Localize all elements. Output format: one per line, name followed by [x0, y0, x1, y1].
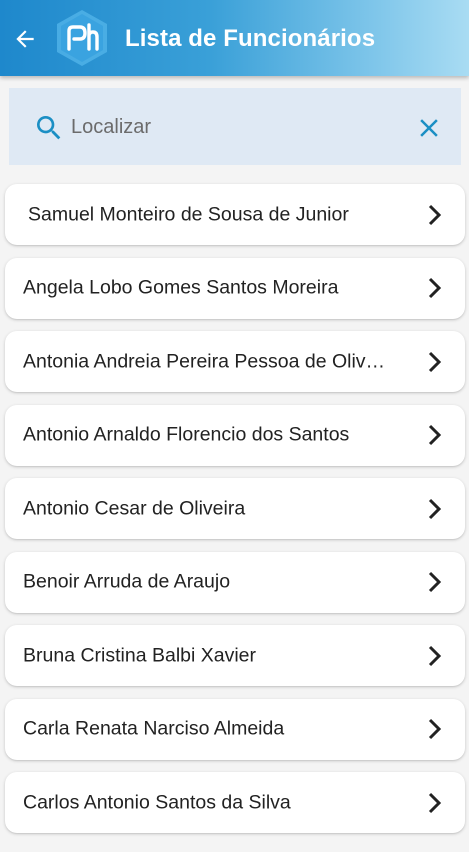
chevron-right-icon: [428, 718, 442, 740]
employee-name: Benoir Arruda de Araujo: [23, 570, 231, 593]
chevron-right-icon: [428, 792, 442, 813]
employee-name: Carlos Antonio Santos da Silva: [23, 791, 291, 813]
employee-name: Bruna Cristina Balbi Xavier: [23, 644, 257, 666]
close-icon: [420, 119, 438, 137]
company-logo: [56, 9, 108, 67]
list-item[interactable]: Angela Lobo Gomes Santos Moreira: [5, 257, 465, 319]
list-item[interactable]: Carlos Antonio Santos da Silva: [5, 772, 465, 833]
employee-name: Samuel Monteiro de Sousa de Junior: [28, 203, 349, 225]
employee-list: Samuel Monteiro de Sousa de Junior Angel…: [5, 184, 465, 846]
chevron-right-icon: [428, 424, 442, 446]
employee-name: Antonia Andreia Pereira Pessoa de Olivei…: [23, 350, 393, 372]
arrow-left-icon: [16, 30, 34, 48]
app-bar: Lista de Funcionários: [0, 0, 469, 76]
back-button[interactable]: [10, 24, 40, 54]
chevron-right-icon: [428, 277, 442, 299]
chevron-right-icon: [428, 645, 442, 666]
list-item[interactable]: Benoir Arruda de Araujo: [5, 551, 465, 613]
search-input[interactable]: [71, 112, 401, 142]
chevron-right-icon: [428, 351, 442, 372]
list-item[interactable]: Antonio Arnaldo Florencio dos Santos: [5, 404, 465, 466]
employee-name: Antonio Cesar de Oliveira: [23, 497, 246, 519]
list-item[interactable]: Antonia Andreia Pereira Pessoa de Olivei…: [5, 331, 465, 392]
employee-name: Antonio Arnaldo Florencio dos Santos: [23, 423, 350, 446]
list-item[interactable]: Antonio Cesar de Oliveira: [5, 478, 465, 539]
chevron-right-icon: [428, 204, 442, 225]
chevron-right-icon: [428, 498, 442, 519]
list-item[interactable]: Carla Renata Narciso Almeida: [5, 698, 465, 760]
list-item[interactable]: Bruna Cristina Balbi Xavier: [5, 625, 465, 686]
search-bar: [9, 88, 461, 165]
clear-search-button[interactable]: [413, 112, 445, 144]
list-item[interactable]: Samuel Monteiro de Sousa de Junior: [5, 184, 465, 245]
search-icon: [37, 116, 61, 140]
employee-name: Carla Renata Narciso Almeida: [23, 717, 285, 740]
employee-name: Angela Lobo Gomes Santos Moreira: [23, 276, 339, 299]
chevron-right-icon: [428, 571, 442, 593]
page-title: Lista de Funcionários: [125, 25, 376, 52]
